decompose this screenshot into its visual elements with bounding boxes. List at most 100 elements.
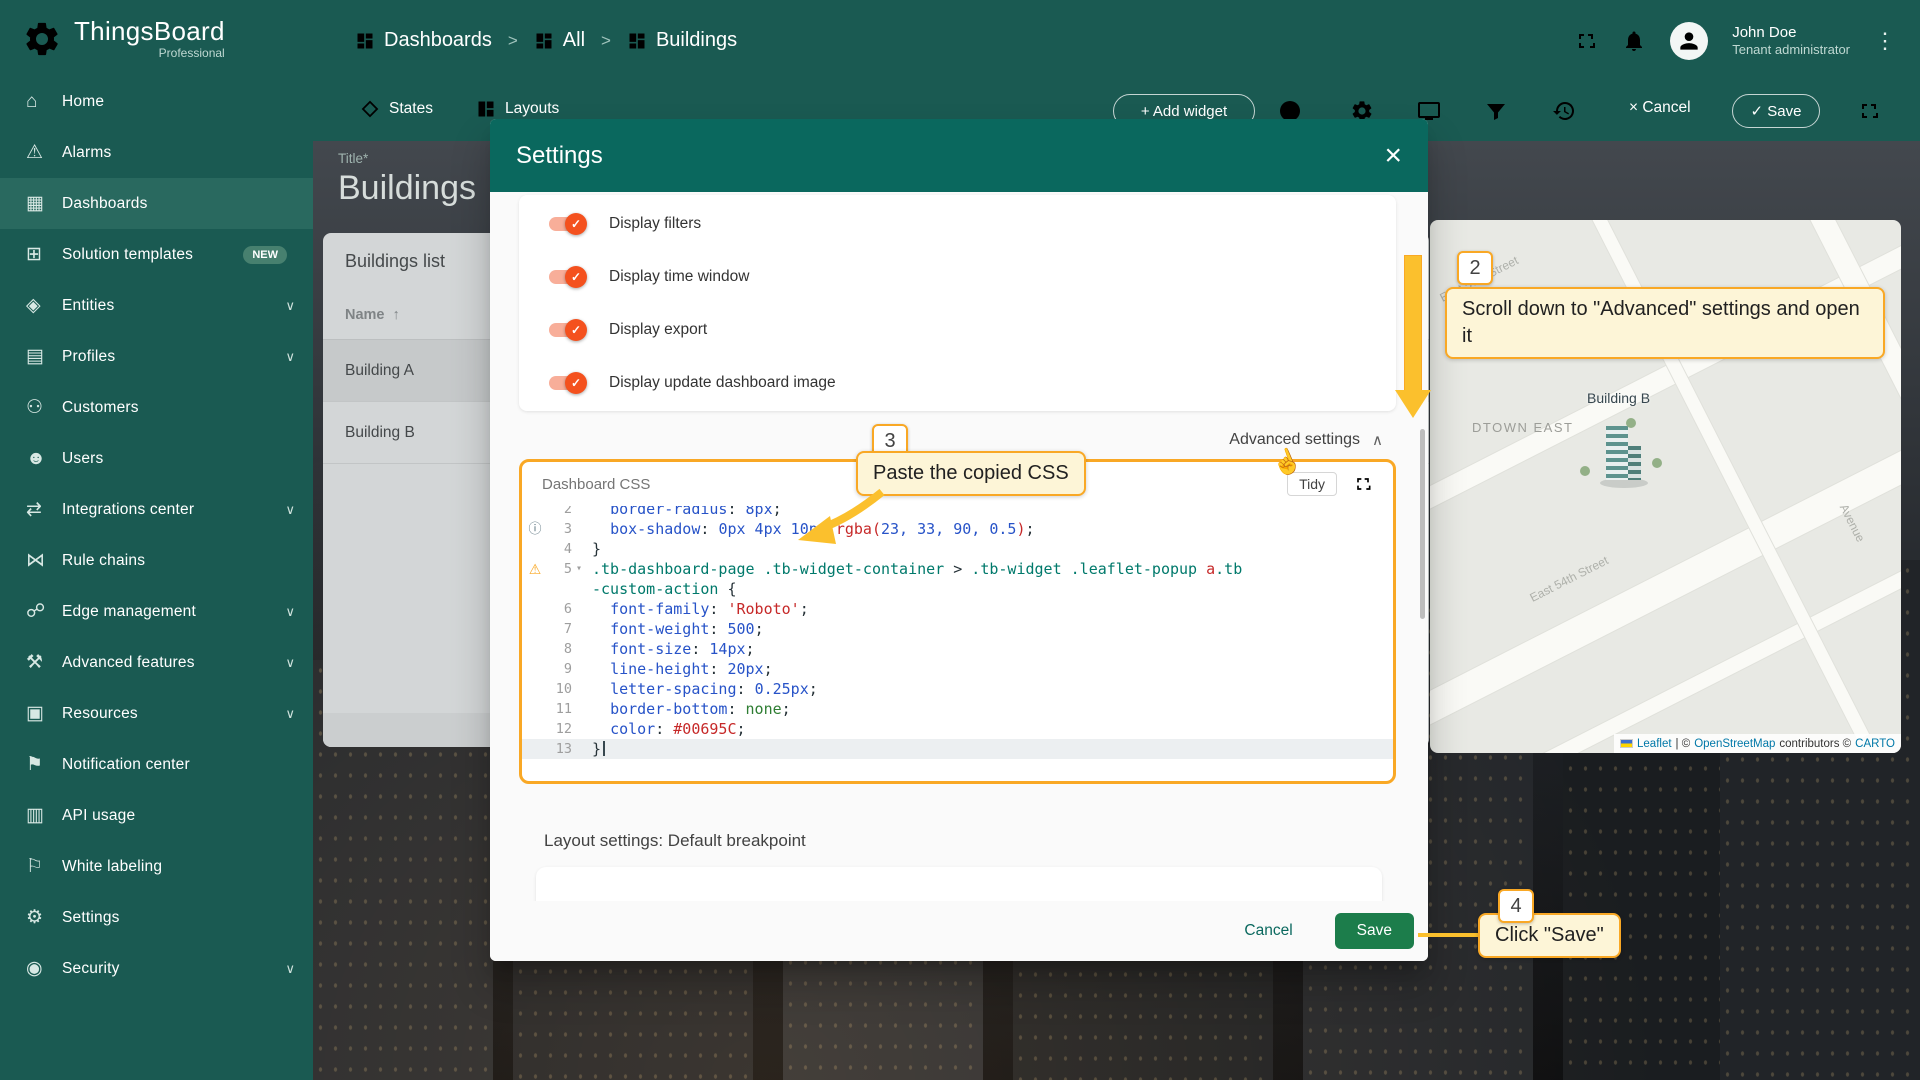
carto-link[interactable]: CARTO (1855, 738, 1895, 750)
code-line[interactable]: 9 line-height: 20px; (522, 659, 1393, 679)
step2-arrow (1404, 255, 1422, 391)
code-line[interactable]: 12 color: #00695C; (522, 719, 1393, 739)
display-time-window-toggle[interactable] (547, 266, 587, 288)
close-icon[interactable]: × (1384, 143, 1402, 169)
sidebar-item-users[interactable]: ☻ Users (0, 433, 313, 484)
sidebar-item-label: Dashboards (62, 195, 295, 213)
cancel-button[interactable]: Cancel (1232, 914, 1304, 948)
code-line[interactable]: -custom-action { (522, 579, 1393, 599)
sidebar-item-label: White labeling (62, 858, 295, 876)
code-text: line-height: 20px; (586, 659, 773, 679)
avatar[interactable] (1670, 22, 1708, 60)
sidebar-item-notification-center[interactable]: ⚑ Notification center (0, 739, 313, 790)
sidebar-item-entities[interactable]: ◈ Entities ∨ (0, 280, 313, 331)
sidebar-item-security[interactable]: ◉ Security ∨ (0, 943, 313, 994)
kebab-menu-icon[interactable]: ⋮ (1874, 28, 1896, 54)
fold-icon (572, 539, 586, 559)
sidebar-item-dashboards[interactable]: ▦ Dashboards (0, 178, 313, 229)
street-label: Avenue (1837, 502, 1868, 544)
entities-icon: ◈ (26, 294, 62, 317)
step4-connector (1418, 933, 1478, 937)
breadcrumb-all[interactable]: All (534, 29, 585, 52)
code-line[interactable]: ⚠5▾.tb-dashboard-page .tb-widget-contain… (522, 559, 1393, 579)
sidebar-item-api-usage[interactable]: ▥ API usage (0, 790, 313, 841)
editor-fullscreen-icon[interactable] (1353, 474, 1373, 494)
leaflet-link[interactable]: Leaflet (1637, 738, 1672, 750)
dialog-title: Settings (516, 142, 603, 170)
code-line[interactable]: 11 border-bottom: none; (522, 699, 1393, 719)
sidebar-item-advanced-features[interactable]: ⚒ Advanced features ∨ (0, 637, 313, 688)
chevron-down-icon: ∨ (285, 655, 295, 671)
code-line[interactable]: 7 font-weight: 500; (522, 619, 1393, 639)
fullscreen-icon[interactable] (1574, 29, 1598, 53)
fold-icon (572, 679, 586, 699)
line-number: 11 (548, 699, 572, 719)
code-text: border-bottom: none; (586, 699, 791, 719)
toggle-knob (565, 319, 587, 341)
sidebar-item-solution-templates[interactable]: ⊞ Solution templates NEW (0, 229, 313, 280)
display-export-toggle[interactable] (547, 319, 587, 341)
sidebar-item-resources[interactable]: ▣ Resources ∨ (0, 688, 313, 739)
dashboard-grid-icon (627, 31, 647, 51)
dashboards-icon: ▦ (26, 192, 62, 215)
code-line[interactable]: ⓘ3 box-shadow: 0px 4px 10px rgba(23, 33,… (522, 519, 1393, 539)
dashboard-grid-icon (534, 31, 554, 51)
code-text: .tb-dashboard-page .tb-widget-container … (586, 559, 1242, 579)
display-update-dashboard-image-toggle[interactable] (547, 372, 587, 394)
chevron-up-icon: ∧ (1372, 431, 1383, 449)
scrollbar-thumb[interactable] (1420, 429, 1425, 619)
sidebar-item-white-labeling[interactable]: ⚐ White labeling (0, 841, 313, 892)
filter-icon[interactable] (1484, 99, 1508, 123)
line-number: 9 (548, 659, 572, 679)
save-button[interactable]: Save (1335, 913, 1414, 949)
version-history-icon[interactable] (1552, 99, 1576, 123)
code-line[interactable]: 8 font-size: 14px; (522, 639, 1393, 659)
users-icon: ☻ (26, 448, 62, 470)
sidebar-item-customers[interactable]: ⚇ Customers (0, 382, 313, 433)
line-number: 4 (548, 539, 572, 559)
sidebar-item-rule-chains[interactable]: ⋈ Rule chains (0, 535, 313, 586)
column-header-name[interactable]: Name ↑ (345, 307, 400, 323)
logo[interactable]: ThingsBoard Professional (0, 0, 313, 70)
building-marker[interactable] (1602, 426, 1648, 492)
code-area[interactable]: 2 border-radius: 8px;ⓘ3 box-shadow: 0px … (522, 506, 1393, 781)
sidebar-item-alarms[interactable]: ⚠ Alarms (0, 127, 313, 178)
toggle-label: Display update dashboard image (609, 374, 836, 392)
code-line[interactable]: 4} (522, 539, 1393, 559)
map-area-label: DTOWN EAST (1472, 420, 1573, 435)
advanced-settings-expander[interactable]: Advanced settings ∧ (1229, 421, 1383, 459)
line-number: 2 (548, 506, 572, 519)
code-text: border-radius: 8px; (586, 506, 782, 519)
display-filters-toggle[interactable] (547, 213, 587, 235)
sidebar: ThingsBoard Professional ⌂ Home ⚠ Alarms… (0, 0, 313, 1080)
sidebar-item-settings[interactable]: ⚙ Settings (0, 892, 313, 943)
dashboard-title-input[interactable]: Buildings (338, 169, 476, 208)
sidebar-item-label: Integrations center (62, 501, 285, 519)
solution-templates-icon: ⊞ (26, 243, 62, 266)
layouts-button[interactable]: Layouts (476, 99, 559, 119)
sidebar-item-edge-management[interactable]: ☍ Edge management ∨ (0, 586, 313, 637)
sidebar-item-home[interactable]: ⌂ Home (0, 76, 313, 127)
sidebar-item-label: Alarms (62, 144, 295, 162)
expand-icon[interactable] (1857, 99, 1881, 123)
code-line[interactable]: 2 border-radius: 8px; (522, 506, 1393, 519)
code-text: font-size: 14px; (586, 639, 755, 659)
code-line[interactable]: 10 letter-spacing: 0.25px; (522, 679, 1393, 699)
toolbar-save-button[interactable]: ✓ Save (1732, 94, 1820, 128)
new-badge: NEW (243, 246, 287, 264)
breadcrumb-dashboards[interactable]: Dashboards (355, 29, 492, 52)
states-button[interactable]: States (360, 99, 433, 119)
chevron-down-icon: ∨ (285, 961, 295, 977)
notifications-bell-icon[interactable] (1622, 29, 1646, 53)
user-name: John Doe (1732, 24, 1850, 42)
openstreetmap-link[interactable]: OpenStreetMap (1694, 738, 1775, 750)
sidebar-item-profiles[interactable]: ▤ Profiles ∨ (0, 331, 313, 382)
code-line[interactable]: 6 font-family: 'Roboto'; (522, 599, 1393, 619)
breadcrumb-buildings[interactable]: Buildings (627, 29, 737, 52)
fold-icon[interactable]: ▾ (572, 559, 586, 579)
toolbar-cancel-button[interactable]: × Cancel (1629, 99, 1691, 117)
sidebar-item-integrations-center[interactable]: ⇄ Integrations center ∨ (0, 484, 313, 535)
sidebar-item-label: Solution templates (62, 246, 243, 264)
tidy-button[interactable]: Tidy (1287, 472, 1337, 496)
code-line[interactable]: 13} (522, 739, 1393, 759)
